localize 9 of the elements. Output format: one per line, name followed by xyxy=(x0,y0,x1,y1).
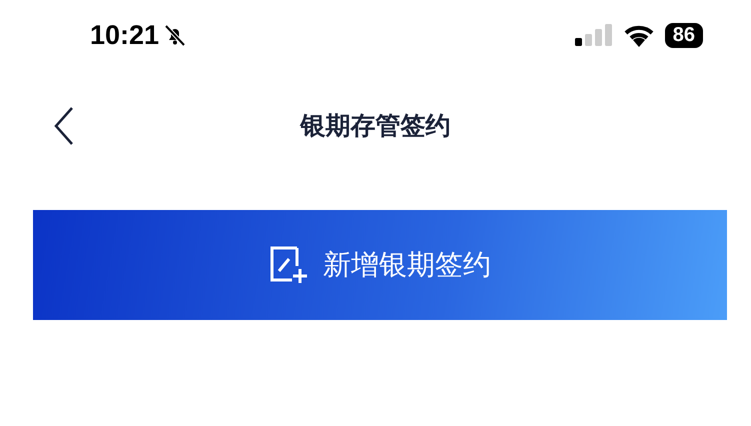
battery-indicator: 86 xyxy=(664,22,703,48)
edit-add-icon xyxy=(269,245,309,285)
page-title: 银期存管签约 xyxy=(300,110,450,142)
status-time: 10:21 xyxy=(90,20,160,50)
back-button[interactable] xyxy=(52,106,76,146)
wifi-icon xyxy=(622,23,655,47)
add-signing-button[interactable]: 新增银期签约 xyxy=(33,210,727,320)
signal-icon xyxy=(574,24,613,46)
muted-bell-icon xyxy=(163,23,188,47)
